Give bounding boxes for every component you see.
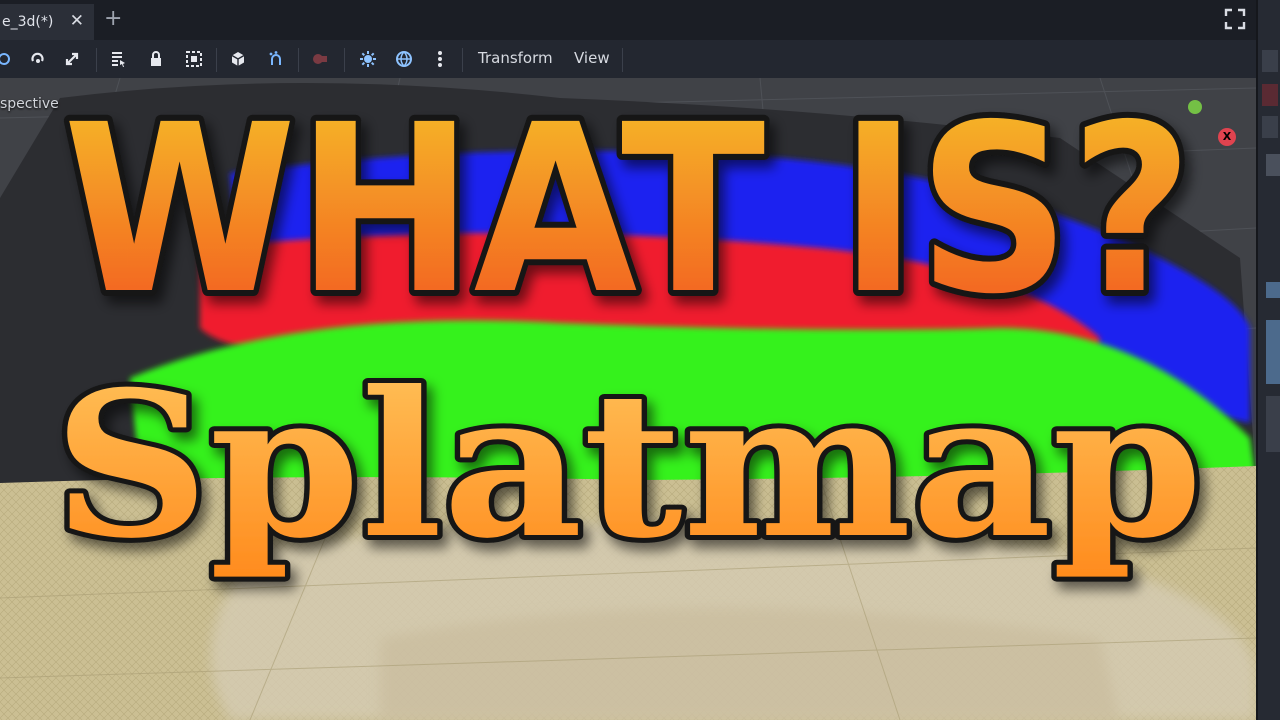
group-icon[interactable]: [184, 49, 204, 69]
lock-icon[interactable]: [146, 49, 166, 69]
scale-icon[interactable]: [62, 49, 82, 69]
viewport-scene: [0, 78, 1256, 720]
close-icon[interactable]: ✕: [70, 11, 84, 31]
rotate-icon[interactable]: [28, 49, 48, 69]
3d-viewport[interactable]: [0, 78, 1256, 720]
globe-icon[interactable]: [394, 49, 414, 69]
cube-icon[interactable]: [228, 49, 248, 69]
scene-tab[interactable]: e_3d(*) ✕: [0, 4, 94, 40]
gizmo-x-axis[interactable]: X: [1218, 128, 1236, 146]
transform-menu-button[interactable]: Transform: [478, 48, 553, 68]
more-icon[interactable]: [430, 49, 450, 69]
sun-icon[interactable]: [358, 49, 378, 69]
snap-icon[interactable]: [266, 49, 286, 69]
move-icon[interactable]: [0, 49, 14, 69]
camera-icon[interactable]: [310, 49, 330, 69]
fullscreen-icon[interactable]: [1224, 8, 1246, 34]
add-tab-icon[interactable]: +: [104, 6, 122, 31]
list-select-icon[interactable]: [108, 49, 128, 69]
inspector-dock-edge: [1256, 0, 1280, 720]
scene-tab-bar: e_3d(*) ✕ +: [0, 0, 1256, 41]
scene-tab-label: e_3d(*): [2, 14, 54, 30]
gizmo-y-axis[interactable]: [1188, 100, 1202, 114]
viewport-perspective-label[interactable]: spective: [0, 96, 59, 112]
view-menu-button[interactable]: View: [574, 48, 610, 68]
viewport-toolbar: Transform View: [0, 40, 1256, 78]
